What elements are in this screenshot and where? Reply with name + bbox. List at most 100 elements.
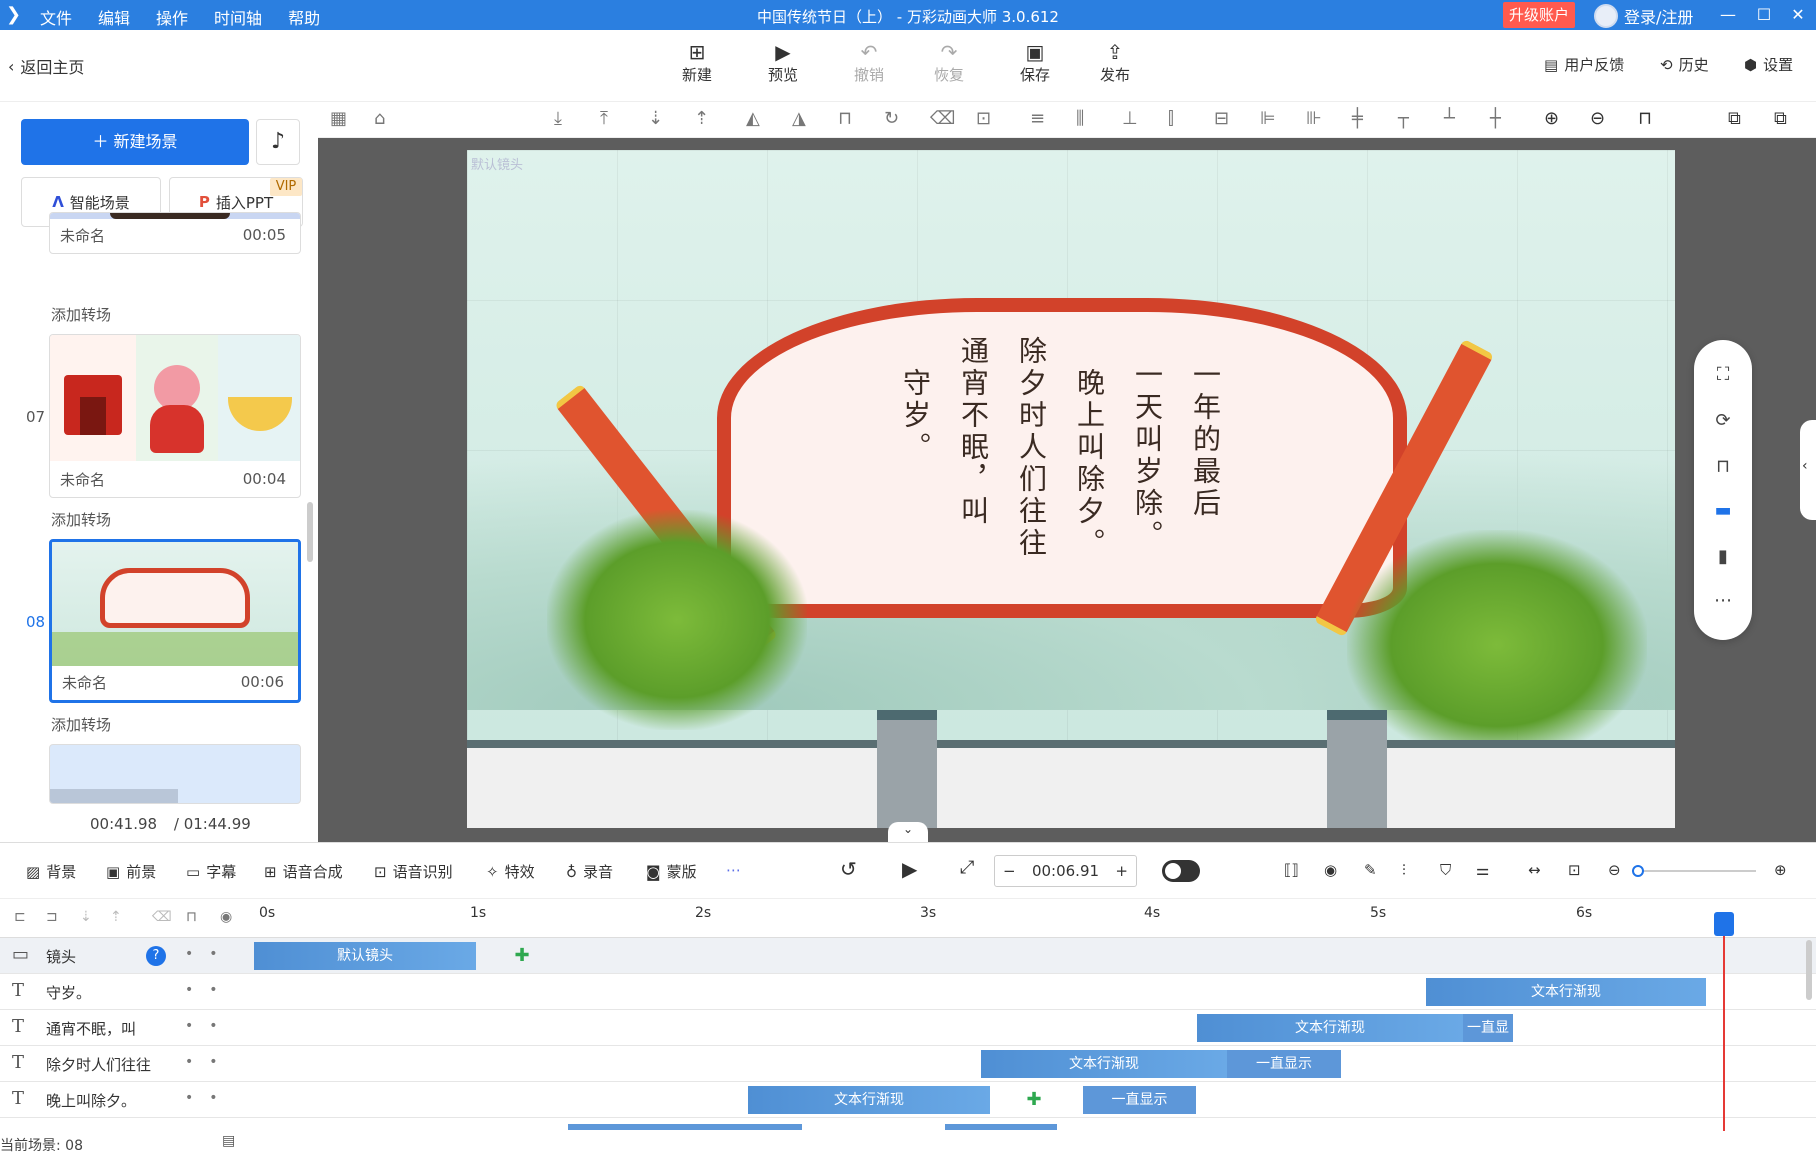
poem-line-2[interactable]: 一天叫岁除。 bbox=[1127, 360, 1167, 552]
landscape-icon[interactable]: ▬ bbox=[1694, 500, 1752, 521]
clip-text-fade[interactable]: 文本行渐现 bbox=[1197, 1014, 1463, 1042]
track-options[interactable]: •• bbox=[185, 982, 234, 998]
split-icon[interactable]: ⫶ bbox=[1402, 861, 1406, 879]
history-button[interactable]: ⟲ 历史 bbox=[1660, 54, 1709, 75]
move-up-layer-icon[interactable]: ⇡ bbox=[110, 909, 122, 925]
lock-canvas-icon[interactable]: ⊓ bbox=[1694, 456, 1752, 477]
toggle-switch[interactable] bbox=[1162, 860, 1200, 882]
lock-icon[interactable]: ⊓ bbox=[838, 108, 852, 129]
ruler-icon[interactable]: ▦ bbox=[330, 108, 347, 129]
move-down-layer-icon[interactable]: ⇣ bbox=[80, 909, 92, 925]
redo-button[interactable]: ↷ 恢复 bbox=[919, 40, 979, 85]
add-keyframe-icon[interactable]: ✚ bbox=[1024, 1090, 1044, 1110]
rotate-icon[interactable]: ↻ bbox=[884, 108, 899, 129]
add-transition-link[interactable]: 添加转场 bbox=[51, 714, 111, 735]
scene-card[interactable]: 未命名 00:05 bbox=[49, 212, 301, 254]
zoom-in-timeline-icon[interactable]: ⊕ bbox=[1774, 861, 1787, 879]
space-icon[interactable]: ┼ bbox=[1490, 108, 1501, 129]
close-icon[interactable]: ✕ bbox=[1786, 4, 1810, 26]
clip-always-show[interactable]: 一直显示 bbox=[1227, 1050, 1341, 1078]
save-button[interactable]: ▣ 保存 bbox=[1005, 40, 1065, 85]
poem-line-5[interactable]: 通宵不眠，叫 bbox=[953, 336, 993, 528]
plus-icon[interactable]: + bbox=[1115, 862, 1128, 880]
distribute-icon[interactable]: ⫿ bbox=[1168, 108, 1174, 129]
publish-button[interactable]: ⇪ 发布 bbox=[1085, 40, 1145, 85]
align-middle-icon[interactable]: ⫼ bbox=[1076, 108, 1084, 129]
playhead-handle[interactable] bbox=[1714, 912, 1734, 936]
move-down-icon[interactable]: ⇣ bbox=[648, 108, 663, 129]
track-text[interactable]: T 守岁。 •• 文本行渐现 bbox=[0, 974, 1816, 1010]
zoom-out-icon[interactable]: ⊖ bbox=[1590, 108, 1605, 129]
timeline-scrollbar[interactable] bbox=[1806, 940, 1812, 1000]
filter-icon[interactable]: ⛉ bbox=[1440, 861, 1451, 879]
replay-icon[interactable]: ↺ bbox=[840, 857, 857, 881]
poem-line-4[interactable]: 除夕时人们往往 bbox=[1011, 336, 1051, 560]
music-button[interactable]: ♪ bbox=[256, 119, 300, 165]
collapse-panel-handle[interactable]: ‹ bbox=[1800, 420, 1816, 520]
new-button[interactable]: ⊞ 新建 bbox=[667, 40, 727, 85]
clip-text-fade[interactable]: 文本行渐现 bbox=[981, 1050, 1227, 1078]
camera-frame-icon[interactable]: ⟦⟧ bbox=[1284, 861, 1299, 879]
track-text[interactable]: T 通宵不眠，叫 •• 文本行渐现 一直显 bbox=[0, 1010, 1816, 1046]
scene-card-selected[interactable]: 未命名 00:06 bbox=[49, 539, 301, 703]
timeline-ruler[interactable]: ⊏ ⊐ ⇣ ⇡ ⌫ ⊓ ◉ 0s 1s 2s 3s 4s 5s 6s bbox=[0, 898, 1816, 938]
portrait-icon[interactable]: ▮ bbox=[1694, 546, 1752, 567]
one-to-one-icon[interactable]: ⊡ bbox=[1568, 861, 1581, 879]
add-transition-link[interactable]: 添加转场 bbox=[51, 509, 111, 530]
clip-always-show[interactable]: 一直显示 bbox=[1083, 1086, 1196, 1114]
flip-horizontal-icon[interactable]: ◭ bbox=[746, 108, 760, 129]
feedback-button[interactable]: ▤ 用户反馈 bbox=[1544, 54, 1624, 75]
time-value[interactable]: 00:06.91 bbox=[1032, 862, 1099, 880]
time-stepper[interactable]: − 00:06.91 + bbox=[994, 855, 1137, 887]
move-bottom-icon[interactable]: ⤓ bbox=[554, 108, 562, 129]
mask-button[interactable]: ◙ 蒙版 bbox=[646, 861, 697, 882]
align-bottom-icon[interactable]: ⊥ bbox=[1122, 108, 1138, 129]
clip-default-camera[interactable]: 默认镜头 bbox=[254, 942, 476, 970]
track-options[interactable]: •• bbox=[185, 1018, 234, 1034]
timeline-collapse-handle[interactable]: ⌄ bbox=[888, 822, 928, 842]
align-center-icon[interactable]: ≡ bbox=[1030, 108, 1045, 129]
add-folder-icon[interactable]: ⊏ bbox=[14, 909, 26, 925]
clip-always-show[interactable]: 一直显 bbox=[1463, 1014, 1513, 1042]
track-options[interactable]: •• bbox=[185, 1054, 234, 1070]
trash-icon[interactable]: ⌫ bbox=[152, 909, 172, 925]
settings-button[interactable]: ⬢ 设置 bbox=[1744, 54, 1793, 75]
record-button[interactable]: ♁ 录音 bbox=[566, 861, 613, 882]
clip-text-fade[interactable]: 文本行渐现 bbox=[748, 1086, 990, 1114]
tts-button[interactable]: ⊞ 语音合成 bbox=[264, 861, 343, 882]
poem-line-6[interactable]: 守岁。 bbox=[895, 368, 935, 464]
fit-screen-icon[interactable]: ⛶ bbox=[1694, 364, 1752, 385]
poem-line-1[interactable]: 一年的最后 bbox=[1185, 360, 1225, 520]
preview-button[interactable]: ▶ 预览 bbox=[753, 40, 813, 85]
align-right-icon[interactable]: ⊪ bbox=[1306, 108, 1322, 129]
delete-icon[interactable]: ⌫ bbox=[930, 108, 955, 129]
fullscreen-icon[interactable]: ⤢ bbox=[960, 857, 974, 878]
screenshot-icon[interactable]: ◉ bbox=[1324, 861, 1337, 879]
clip-partial[interactable] bbox=[945, 1124, 1057, 1130]
scene-card[interactable]: 未命名 00:04 bbox=[49, 334, 301, 498]
more-tools-icon[interactable]: ⋯ bbox=[726, 861, 741, 879]
effects-button[interactable]: ✧ 特效 bbox=[486, 861, 535, 882]
track-text[interactable]: T 除夕时人们往往 •• 文本行渐现 一直显示 bbox=[0, 1046, 1816, 1082]
upgrade-button[interactable]: 升级账户 bbox=[1503, 2, 1575, 28]
clip-partial[interactable] bbox=[568, 1124, 802, 1130]
login-button[interactable]: 登录/注册 bbox=[1594, 4, 1693, 28]
rotate-canvas-icon[interactable]: ⟳ bbox=[1694, 410, 1752, 431]
paste-icon[interactable]: ⧉ bbox=[1774, 108, 1787, 129]
back-home-button[interactable]: ‹ 返回主页 bbox=[8, 54, 84, 78]
minus-icon[interactable]: − bbox=[1003, 862, 1016, 880]
track-options[interactable]: •• bbox=[185, 1090, 234, 1106]
adjust-icon[interactable]: ⚌ bbox=[1476, 861, 1489, 879]
unlock-icon[interactable]: ⊓ bbox=[1638, 108, 1652, 129]
zoom-slider[interactable] bbox=[1632, 865, 1756, 877]
new-scene-button[interactable]: ＋ 新建场景 bbox=[21, 119, 249, 165]
foreground-button[interactable]: ▣ 前景 bbox=[106, 861, 156, 882]
track-text[interactable]: T 晚上叫除夕。 •• 文本行渐现 ✚ 一直显示 bbox=[0, 1082, 1816, 1118]
edit-icon[interactable]: ✎ bbox=[1364, 861, 1377, 879]
eye-icon[interactable]: ◉ bbox=[220, 909, 232, 925]
move-up-icon[interactable]: ⇡ bbox=[694, 108, 709, 129]
track-camera[interactable]: ▭ 镜头 ? •• 默认镜头 ✚ bbox=[0, 938, 1816, 974]
undo-button[interactable]: ↶ 撤销 bbox=[839, 40, 899, 85]
scene-list-icon[interactable]: ▤ bbox=[222, 1133, 235, 1149]
move-top-icon[interactable]: ⤒ bbox=[600, 108, 608, 129]
